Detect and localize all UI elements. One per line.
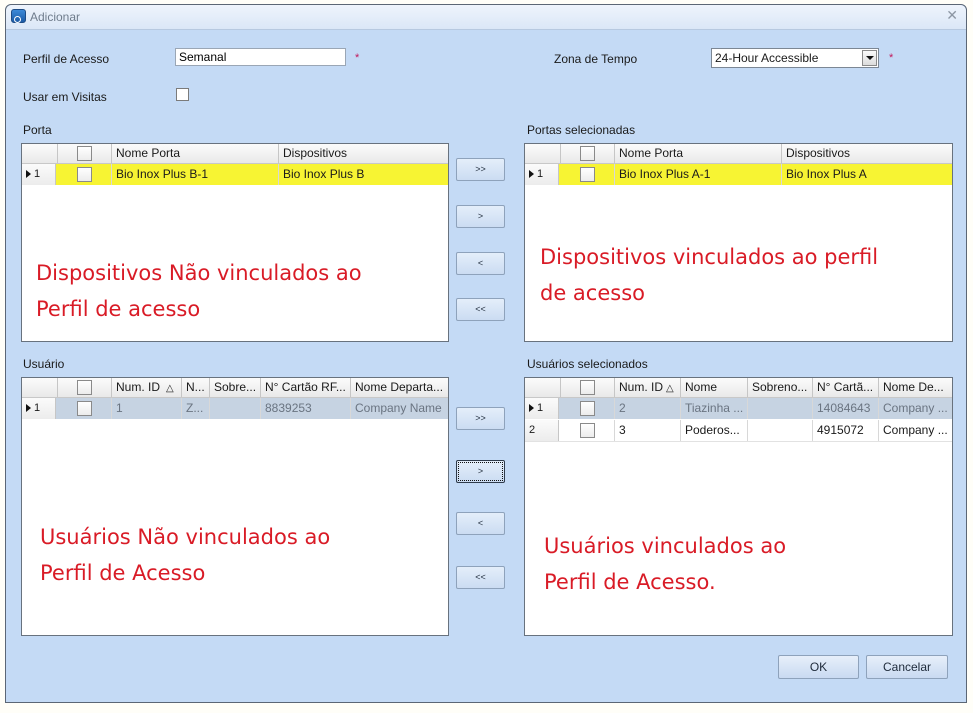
current-row-icon bbox=[26, 170, 31, 179]
row-checkbox[interactable] bbox=[77, 401, 92, 416]
grid-header: Nome Porta Dispositivos bbox=[525, 144, 952, 164]
table-row[interactable]: 1 1 Z... 8839253 Company Name bbox=[22, 398, 448, 419]
column-header-id[interactable]: Num. ID △ bbox=[614, 378, 680, 397]
title-bar: Adicionar ✕ bbox=[6, 5, 966, 30]
required-mark: * bbox=[355, 52, 360, 64]
door-name-cell: Bio Inox Plus B-1 bbox=[111, 164, 278, 185]
column-header-surname[interactable]: Sobreno... bbox=[747, 378, 812, 397]
row-header: 1 bbox=[525, 164, 559, 185]
device-cell: Bio Inox Plus B bbox=[278, 164, 448, 185]
select-all-cell bbox=[57, 378, 112, 397]
row-header: 1 bbox=[525, 398, 559, 419]
table-row[interactable]: 2 3 Poderos... 4915072 Company ... bbox=[525, 420, 952, 442]
column-header-devices[interactable]: Dispositivos bbox=[781, 144, 952, 163]
add-all-users-button[interactable]: >> bbox=[456, 407, 505, 430]
column-header-card[interactable]: N° Cartão RF... bbox=[260, 378, 350, 397]
access-profile-label: Perfil de Acesso bbox=[23, 52, 110, 66]
window-title: Adicionar bbox=[30, 10, 81, 24]
app-icon bbox=[11, 9, 26, 23]
table-row[interactable]: 1 2 Tiazinha ... 14084643 Company ... bbox=[525, 398, 952, 419]
card-cell: 8839253 bbox=[260, 398, 350, 419]
use-in-visits-label: Usar em Visitas bbox=[23, 90, 107, 104]
column-header-department[interactable]: Nome De... bbox=[878, 378, 952, 397]
column-header-door-name[interactable]: Nome Porta bbox=[111, 144, 278, 163]
time-zone-select[interactable]: 24-Hour Accessible bbox=[711, 48, 879, 68]
department-cell: Company ... bbox=[878, 420, 952, 441]
card-cell: 14084643 bbox=[812, 398, 878, 419]
surname-cell bbox=[747, 398, 812, 419]
remove-all-doors-button[interactable]: << bbox=[456, 298, 505, 321]
remove-user-button[interactable]: < bbox=[456, 512, 505, 535]
annotation-users-selected: Usuários vinculados ao Perfil de Acesso. bbox=[544, 534, 787, 594]
table-row[interactable]: 1 Bio Inox Plus A-1 Bio Inox Plus A bbox=[525, 164, 952, 185]
grid-header: Num. ID △ Nome Sobreno... N° Cartã... Nom… bbox=[525, 378, 952, 398]
department-cell: Company ... bbox=[878, 398, 952, 419]
select-all-checkbox[interactable] bbox=[77, 380, 92, 395]
annotation-doors-available: Dispositivos Não vinculados ao Perfil de… bbox=[36, 261, 362, 321]
annotation-users-available: Usuários Não vinculados ao Perfil de Ace… bbox=[40, 525, 331, 585]
time-zone-label: Zona de Tempo bbox=[554, 52, 638, 66]
ok-button[interactable]: OK bbox=[778, 655, 859, 679]
users-selected-title: Usuários selecionados bbox=[527, 357, 648, 371]
row-header: 2 bbox=[525, 420, 559, 441]
device-cell: Bio Inox Plus A bbox=[781, 164, 952, 185]
name-cell: Z... bbox=[181, 398, 209, 419]
time-zone-value: 24-Hour Accessible bbox=[715, 51, 819, 65]
sort-ascending-icon: △ bbox=[666, 383, 674, 394]
name-cell: Tiazinha ... bbox=[680, 398, 747, 419]
table-row[interactable]: 1 Bio Inox Plus B-1 Bio Inox Plus B bbox=[22, 164, 448, 185]
users-available-title: Usuário bbox=[23, 357, 65, 371]
remove-door-button[interactable]: < bbox=[456, 252, 505, 275]
cancel-button[interactable]: Cancelar bbox=[866, 655, 948, 679]
column-header-name[interactable]: N... bbox=[181, 378, 209, 397]
doors-selected-title: Portas selecionadas bbox=[527, 123, 636, 137]
row-header: 1 bbox=[22, 164, 56, 185]
current-row-icon bbox=[26, 404, 31, 413]
grid-header: Nome Porta Dispositivos bbox=[22, 144, 448, 164]
column-header-devices[interactable]: Dispositivos bbox=[278, 144, 448, 163]
select-all-cell bbox=[57, 144, 112, 163]
add-door-button[interactable]: > bbox=[456, 205, 505, 228]
select-all-checkbox[interactable] bbox=[580, 380, 595, 395]
surname-cell bbox=[209, 398, 260, 419]
column-header-id[interactable]: Num. ID △ bbox=[111, 378, 181, 397]
current-row-icon bbox=[529, 404, 534, 413]
surname-cell bbox=[747, 420, 812, 441]
column-header-surname[interactable]: Sobre... bbox=[209, 378, 260, 397]
current-row-icon bbox=[529, 170, 534, 179]
id-cell: 1 bbox=[111, 398, 181, 419]
row-checkbox[interactable] bbox=[580, 401, 595, 416]
required-mark: * bbox=[889, 52, 894, 64]
id-cell: 2 bbox=[614, 398, 680, 419]
add-all-doors-button[interactable]: >> bbox=[456, 158, 505, 181]
column-header-name[interactable]: Nome bbox=[680, 378, 747, 397]
sort-ascending-icon: △ bbox=[166, 383, 174, 394]
column-header-card[interactable]: N° Cartã... bbox=[812, 378, 878, 397]
access-profile-input[interactable] bbox=[175, 48, 346, 66]
select-all-checkbox[interactable] bbox=[77, 146, 92, 161]
close-icon[interactable]: ✕ bbox=[946, 7, 958, 24]
department-cell: Company Name bbox=[350, 398, 448, 419]
annotation-doors-selected: Dispositivos vinculados ao perfil de ace… bbox=[540, 245, 879, 305]
use-in-visits-checkbox[interactable] bbox=[176, 88, 189, 101]
add-user-button[interactable]: > bbox=[456, 460, 505, 483]
row-checkbox[interactable] bbox=[77, 167, 92, 182]
row-checkbox[interactable] bbox=[580, 423, 595, 438]
id-cell: 3 bbox=[614, 420, 680, 441]
select-all-cell bbox=[560, 378, 615, 397]
column-header-department[interactable]: Nome Departa... bbox=[350, 378, 448, 397]
select-all-checkbox[interactable] bbox=[580, 146, 595, 161]
column-header-door-name[interactable]: Nome Porta bbox=[614, 144, 781, 163]
row-checkbox[interactable] bbox=[580, 167, 595, 182]
card-cell: 4915072 bbox=[812, 420, 878, 441]
remove-all-users-button[interactable]: << bbox=[456, 566, 505, 589]
doors-available-title: Porta bbox=[23, 123, 52, 137]
users-available-grid: Num. ID △ N... Sobre... N° Cartão RF... N… bbox=[21, 377, 449, 636]
chevron-down-icon[interactable] bbox=[862, 50, 877, 66]
grid-header: Num. ID △ N... Sobre... N° Cartão RF... N… bbox=[22, 378, 448, 398]
row-header: 1 bbox=[22, 398, 56, 419]
door-name-cell: Bio Inox Plus A-1 bbox=[614, 164, 781, 185]
name-cell: Poderos... bbox=[680, 420, 747, 441]
select-all-cell bbox=[560, 144, 615, 163]
